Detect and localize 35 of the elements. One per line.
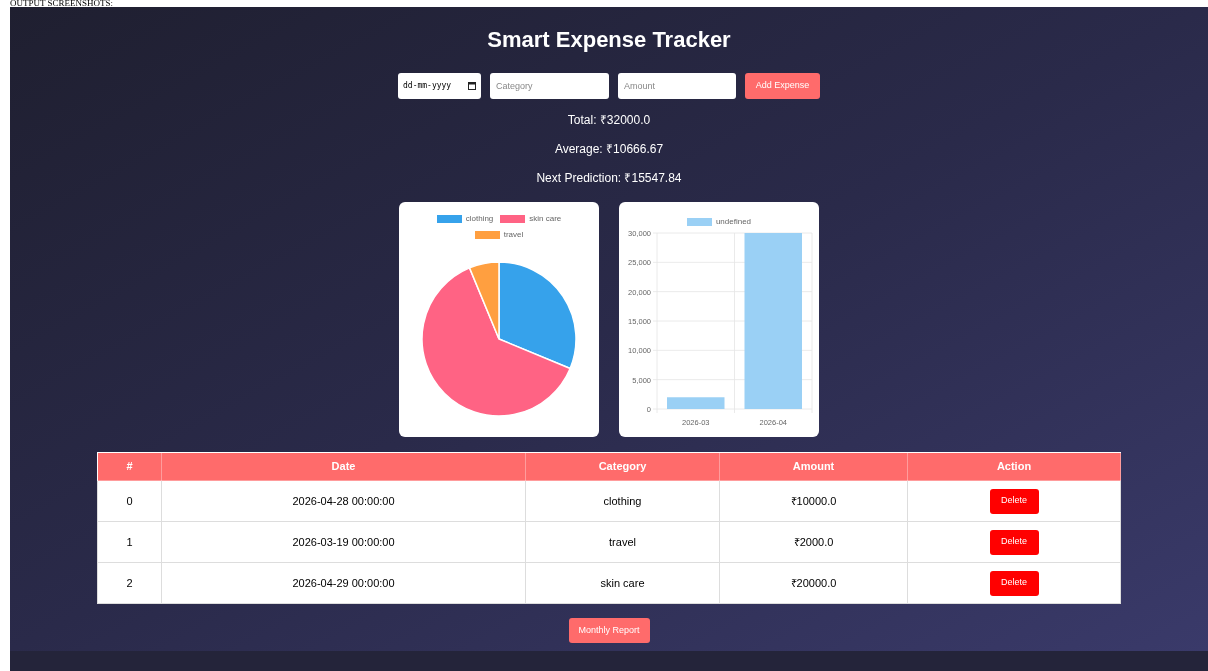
category-field[interactable]: Category — [490, 73, 609, 99]
table-cell: 2026-04-28 00:00:00 — [161, 480, 526, 522]
monthly-report-button[interactable]: Monthly Report — [568, 618, 650, 643]
table-cell: clothing — [525, 480, 720, 522]
column-header: # — [97, 452, 162, 481]
date-field[interactable]: dd-mm-yyyy — [398, 73, 481, 99]
table-cell: 2026-03-19 00:00:00 — [161, 521, 526, 563]
table-cell: travel — [525, 521, 720, 563]
column-header: Amount — [719, 452, 908, 481]
delete-button[interactable]: Delete — [989, 488, 1039, 514]
stat-text: Average: ₹10666.67 — [554, 141, 664, 157]
table-cell: ₹20000.0 — [719, 562, 908, 604]
legend-label: clothing — [465, 213, 494, 225]
table-cell: skin care — [525, 562, 720, 604]
table-cell: ₹10000.0 — [719, 480, 908, 522]
stat-text: Next Prediction: ₹15547.84 — [536, 170, 682, 186]
column-header: Action — [907, 452, 1121, 481]
column-header: Date — [161, 452, 526, 481]
table-cell: 0 — [97, 480, 162, 522]
delete-button[interactable]: Delete — [989, 529, 1039, 555]
delete-button[interactable]: Delete — [989, 570, 1039, 596]
stat-text: Total: ₹32000.0 — [567, 112, 651, 128]
add-expense-button[interactable]: Add Expense — [745, 73, 820, 99]
table-cell: 2 — [97, 562, 162, 604]
legend-label: undefined — [715, 216, 752, 228]
legend-label: skin care — [529, 213, 562, 225]
legend-label: travel — [503, 229, 524, 241]
amount-field[interactable]: Amount — [618, 73, 736, 99]
column-header: Category — [525, 452, 720, 481]
app-title: Smart Expense Tracker — [487, 27, 731, 53]
table-cell: ₹2000.0 — [719, 521, 908, 563]
table-cell: 2026-04-29 00:00:00 — [161, 562, 526, 604]
document-heading: OUTPUT SCREENSHOTS: — [10, 0, 114, 7]
table-cell: 1 — [97, 521, 162, 563]
calendar-icon — [468, 82, 476, 90]
